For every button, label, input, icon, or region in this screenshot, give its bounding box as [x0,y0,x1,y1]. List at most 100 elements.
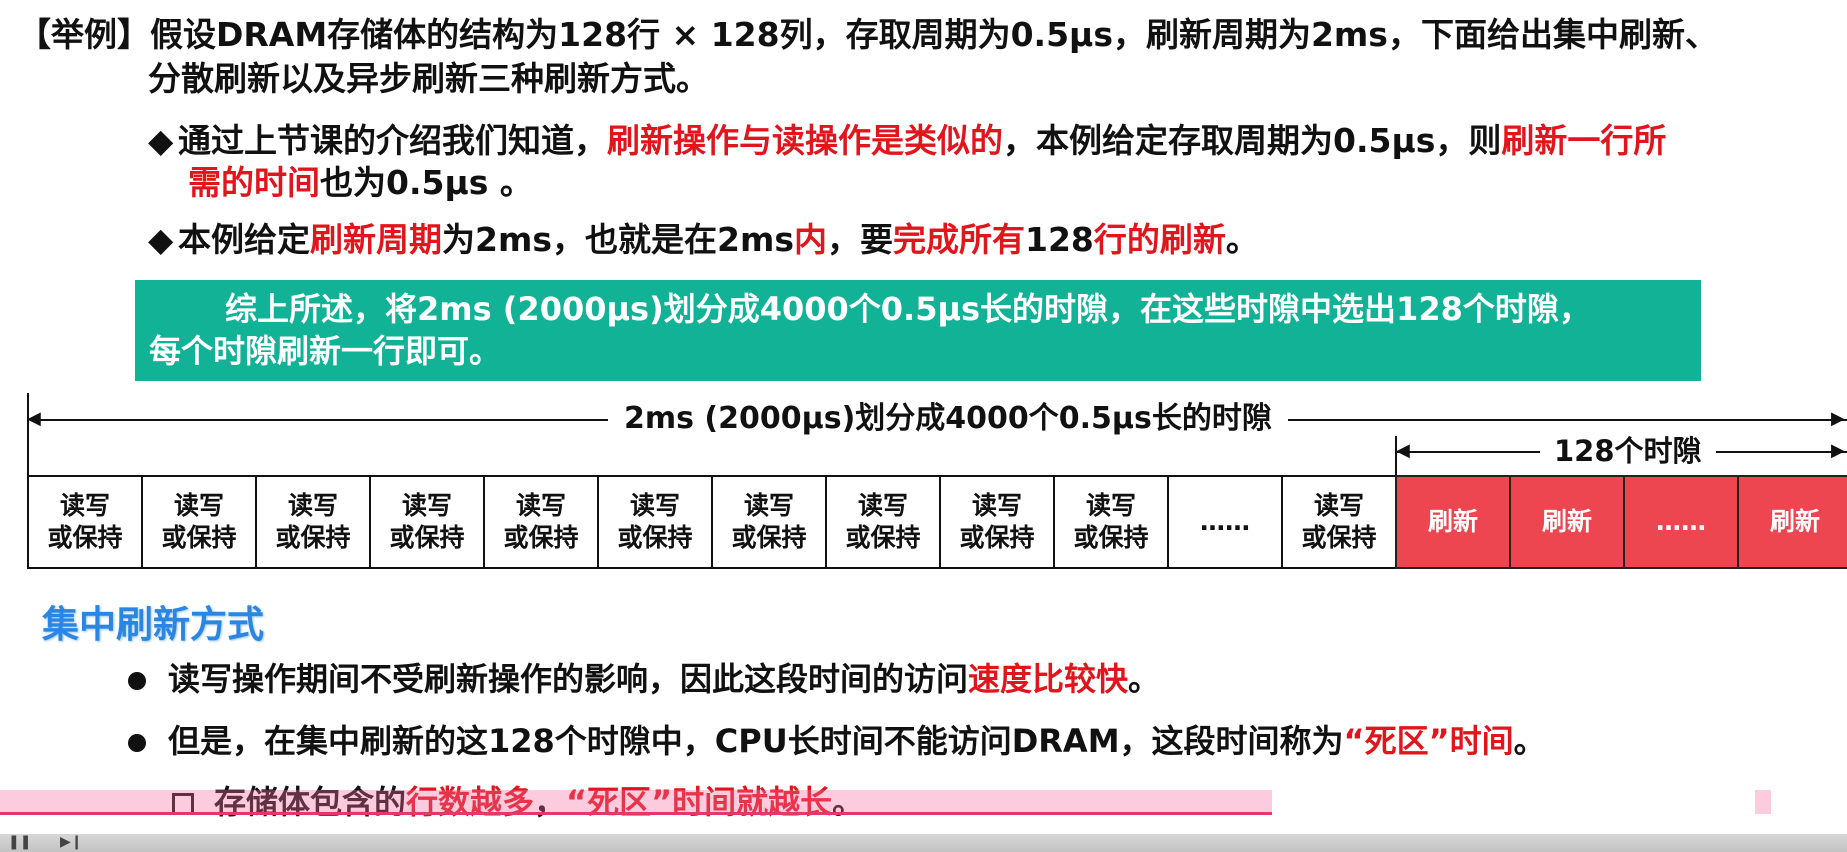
arrow-left-icon: ◀ [1396,440,1410,461]
read-write-slot: 读写 或保持 [1281,475,1395,569]
bullet-1-text-a: 通过上节课的介绍我们知道， [178,121,607,160]
slot-label-line2: 或保持 [1073,523,1149,552]
summary-line1: 综上所述，将2ms (2000μs)划分成4000个0.5μs长的时隙，在这些时… [225,290,1591,328]
slot-label-line1: 读写 [1313,491,1364,520]
read-write-slot: 读写 或保持 [1053,475,1167,569]
point-2-text: 但是，在集中刷新的这128个时隙中，CPU长时间不能访问DRAM，这段时间称为 [168,722,1344,760]
bullet-2-text-c: ，要 [826,220,893,259]
slot-label: 刷新 [1770,506,1820,538]
bullet-2-text-e: 。 [1225,220,1259,259]
read-write-slot: 读写 或保持 [27,475,141,569]
bullet-2-highlight-c: 完成所有 [892,220,1025,259]
span-label: 2ms (2000μs)划分成4000个0.5μs长的时隙 [608,398,1288,440]
slot-label: 读写 或保持 [731,490,806,554]
slot-label: …… [1656,506,1706,538]
arrow-right-icon: ▶ [1831,440,1845,461]
slot-label: 读写 或保持 [275,490,350,554]
underline-stroke [0,812,1272,815]
diamond-bullet-icon: ◆ [148,121,174,160]
bullet-dot-icon [128,672,146,690]
diagram-left-tick [27,393,29,477]
slot-label-line1: 读写 [743,491,794,520]
bullet-1: ◆ 通过上节课的介绍我们知道，刷新操作与读操作是类似的，本例给定存取周期为0.5μ… [148,120,1666,162]
refresh-slot: 刷新 [1395,475,1509,569]
slot-label: …… [1200,506,1250,538]
point-1-text: 读写操作期间不受刷新操作的影响，因此这段时间的访问 [168,660,969,698]
bullet-1-highlight-c: 需的时间 [188,163,320,202]
slot-label-line1: …… [1656,507,1706,536]
refresh-slot: 刷新 [1509,475,1623,569]
pause-icon[interactable]: ❚❚ [8,834,31,850]
next-icon[interactable]: ▶❙ [60,834,83,850]
arrow-left-icon: ◀ [27,408,41,429]
bullet-2: ◆ 本例给定刷新周期为2ms，也就是在2ms内，要完成所有128行的刷新。 [148,219,1259,261]
slot-label-line1: 读写 [173,491,224,520]
bullet-2-highlight-b: 内 [793,220,827,259]
slot-label-line2: 或保持 [731,523,807,552]
point-2: 但是，在集中刷新的这128个时隙中，CPU长时间不能访问DRAM，这段时间称为“… [128,720,1546,762]
bullet-1-text-b: ，本例给定存取周期为0.5μs，则 [1003,121,1502,160]
slot-label: 读写 或保持 [503,490,578,554]
slot-label: 刷新 [1428,506,1478,538]
refresh-slot: 刷新 [1737,475,1847,569]
bullet-dot-icon [128,734,146,752]
highlight-stroke-end [1755,790,1771,814]
highlight-stroke [0,790,1272,814]
slot-label: 读写 或保持 [959,490,1034,554]
bullet-1-cont: 需的时间也为0.5μs 。 [188,162,533,204]
refresh-span-label: 128个时隙 [1540,430,1716,472]
slot-label: 读写 或保持 [161,490,236,554]
slot-label-line2: 或保持 [503,523,579,552]
example-line2: 分散刷新以及异步刷新三种刷新方式。 [148,59,709,98]
read-write-slot: 读写 或保持 [597,475,711,569]
point-1: 读写操作期间不受刷新操作的影响，因此这段时间的访问速度比较快。 [128,658,1160,700]
read-write-slot: 读写 或保持 [939,475,1053,569]
slot-label-line1: 刷新 [1769,507,1820,536]
slot-label-line2: 或保持 [959,523,1035,552]
slot-label-line2: 或保持 [617,523,693,552]
slot-label-line1: 读写 [857,491,908,520]
refresh-slot: …… [1623,475,1737,569]
slot-label-line2: 或保持 [389,523,465,552]
slot-label-line1: 读写 [59,491,110,520]
slot-label-line1: 读写 [515,491,566,520]
summary-line2: 每个时隙刷新一行即可。 [149,332,502,370]
bullet-2-text-a: 本例给定 [178,220,310,259]
section-title: 集中刷新方式 [42,603,264,646]
slot-label-line1: …… [1200,507,1250,536]
point-1-highlight: 速度比较快 [968,660,1129,698]
diamond-bullet-icon: ◆ [148,220,174,259]
bullet-1-highlight-b: 刷新一行所 [1501,121,1667,160]
slot-label-line2: 或保持 [1301,523,1377,552]
bullet-2-text-b: 为2ms，也就是在2ms [442,220,794,259]
arrow-right-icon: ▶ [1831,408,1845,429]
slot-label-line1: 读写 [401,491,452,520]
slot-label: 读写 或保持 [617,490,692,554]
bullet-2-highlight-d: 行的刷新 [1093,220,1226,259]
read-write-slot: 读写 或保持 [825,475,939,569]
slot-label-line2: 或保持 [47,523,123,552]
slot-label-line2: 或保持 [845,523,921,552]
read-write-slot: 读写 或保持 [255,475,369,569]
read-write-slot: 读写 或保持 [711,475,825,569]
slot-label: 读写 或保持 [47,490,122,554]
point-2-highlight: “死区”时间 [1343,722,1514,760]
slot-label: 读写 或保持 [845,490,920,554]
slot-label-line1: 刷新 [1427,507,1478,536]
slot-label-line1: 读写 [971,491,1022,520]
read-write-slot: 读写 或保持 [141,475,255,569]
slot-label: 读写 或保持 [1073,490,1148,554]
slot-label: 刷新 [1542,506,1592,538]
slot-label-line2: 或保持 [161,523,237,552]
point-2-end: 。 [1513,722,1546,760]
bullet-1-text-c: 也为0.5μs 。 [320,163,533,202]
bullet-2-text-d: 128 [1024,220,1094,259]
read-write-slot: 读写 或保持 [483,475,597,569]
bullet-1-highlight-a: 刷新操作与读操作是类似的 [607,121,1003,160]
video-player-bar[interactable]: ❚❚ ▶❙ [0,834,1847,852]
example-heading: 【举例】假设DRAM存储体的结构为128行 × 128列，存取周期为0.5μs，… [18,14,1718,56]
slot-label-line1: 刷新 [1541,507,1592,536]
slot-label: 读写 或保持 [1301,490,1376,554]
example-tag: 【举例】 [18,15,150,54]
slot-label-line2: 或保持 [275,523,351,552]
